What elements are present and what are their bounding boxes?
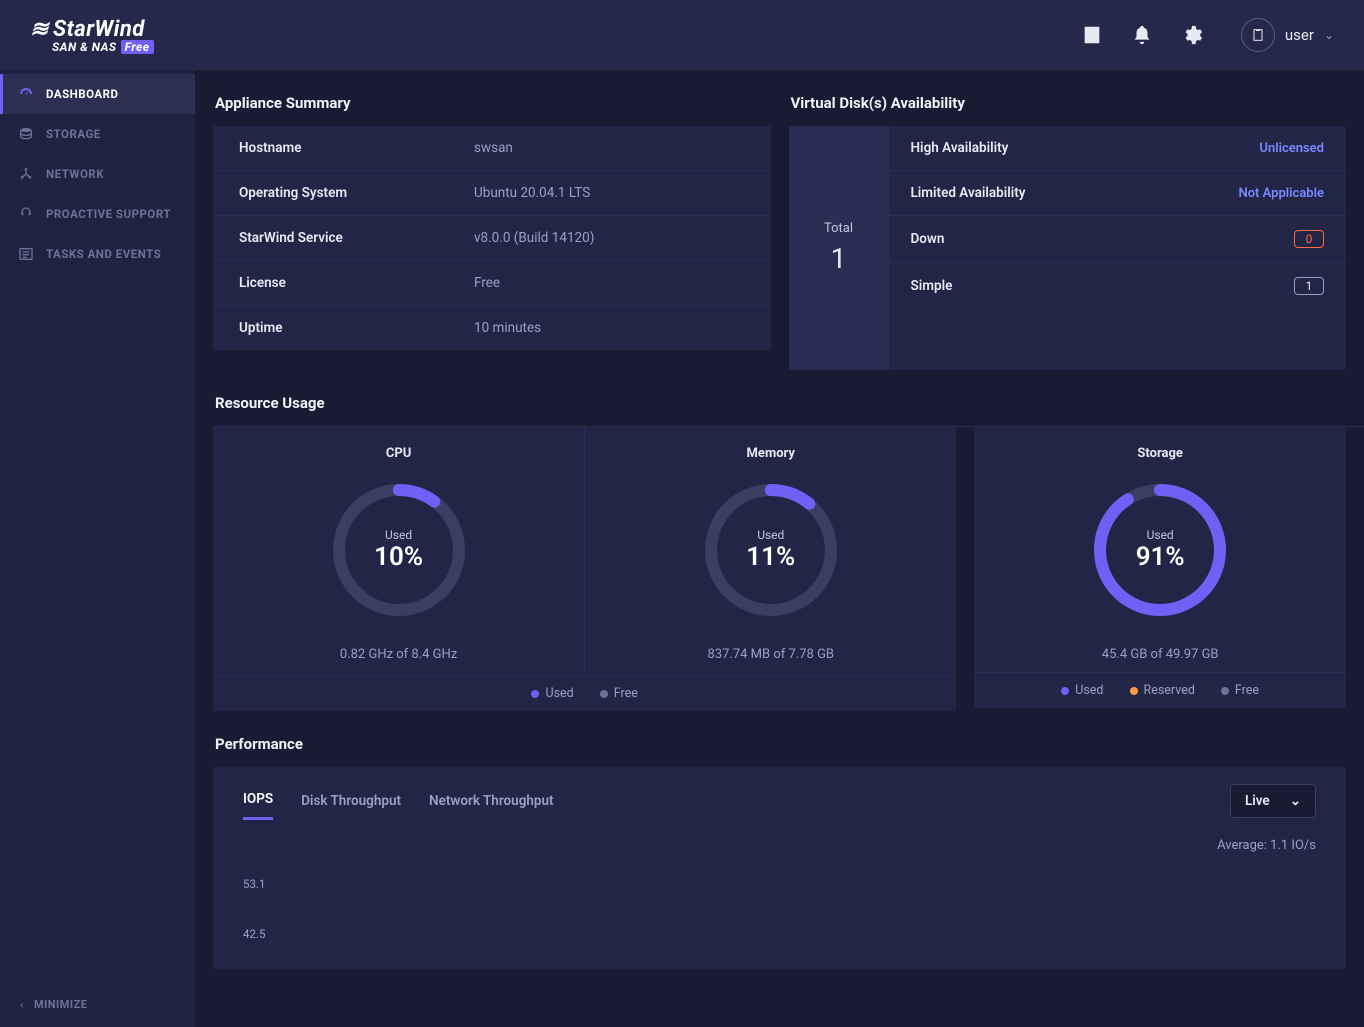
disks-icon — [18, 126, 34, 142]
resource-card-cpu: CPU Used10% 0.82 GHz of 8.4 GHz — [213, 426, 585, 708]
vdisk-row: Simple1 — [889, 263, 1347, 309]
tasks-icon[interactable] — [1081, 24, 1103, 46]
chevron-down-icon: ⌄ — [1290, 793, 1301, 809]
chevron-down-icon: ⌄ — [1324, 28, 1334, 42]
top-header: ≋ StarWind SAN & NAS Free user ⌄ — [0, 0, 1364, 70]
gauge-icon — [18, 86, 34, 102]
y-tick: 42.5 — [243, 909, 1316, 959]
vdisk-simple-badge[interactable]: 1 — [1294, 277, 1324, 295]
brand-logo: ≋ StarWind SAN & NAS Free — [30, 17, 154, 54]
summary-row: LicenseFree — [213, 261, 771, 306]
resource-card-storage: Storage Used91% 45.4 GB of 49.97 GB Used… — [974, 426, 1346, 708]
sidebar-item-storage[interactable]: STORAGE — [0, 114, 195, 154]
vdisks-total: Total 1 — [789, 126, 889, 370]
tab-disk-throughput[interactable]: Disk Throughput — [301, 783, 401, 819]
performance-average: Average: 1.1 IO/s — [243, 838, 1316, 853]
brand-subtitle: SAN & NAS — [52, 40, 117, 54]
summary-row: Uptime10 minutes — [213, 306, 771, 350]
sidebar-item-tasks-events[interactable]: TASKS AND EVENTS — [0, 234, 195, 274]
network-icon — [18, 166, 34, 182]
sidebar-item-label: DASHBOARD — [46, 87, 119, 101]
tab-network-throughput[interactable]: Network Throughput — [429, 783, 554, 819]
brand-name: StarWind — [53, 17, 145, 42]
sidebar-item-proactive-support[interactable]: PROACTIVE SUPPORT — [0, 194, 195, 234]
summary-row: StarWind Servicev8.0.0 (Build 14120) — [213, 216, 771, 261]
minimize-label: MINIMIZE — [34, 998, 88, 1011]
avatar-icon — [1241, 18, 1275, 52]
storage-donut: Used91% — [1085, 475, 1235, 625]
main-content: Appliance Summary Hostnameswsan Operatin… — [195, 70, 1364, 1027]
brand-free-badge: Free — [121, 40, 154, 54]
cpu-donut: Used10% — [324, 475, 474, 625]
storage-legend: Used Reserved Free — [974, 672, 1346, 708]
performance-panel: IOPS Disk Throughput Network Throughput … — [213, 767, 1346, 969]
y-tick: 53.1 — [243, 859, 1316, 909]
minimize-button[interactable]: ‹ MINIMIZE — [0, 982, 195, 1027]
chevron-left-icon: ‹ — [20, 998, 24, 1011]
summary-row: Hostnameswsan — [213, 126, 771, 171]
sidebar-item-label: TASKS AND EVENTS — [46, 247, 161, 261]
performance-title: Performance — [215, 735, 1346, 753]
summary-row: Operating SystemUbuntu 20.04.1 LTS — [213, 171, 771, 216]
user-label: user — [1285, 26, 1314, 44]
user-menu[interactable]: user ⌄ — [1241, 18, 1334, 52]
vdisk-value-link[interactable]: Not Applicable — [1239, 186, 1325, 201]
appliance-summary-title: Appliance Summary — [215, 94, 771, 112]
support-icon — [18, 206, 34, 222]
sidebar-item-label: NETWORK — [46, 167, 104, 181]
tab-iops[interactable]: IOPS — [243, 781, 273, 820]
resource-card-memory: Memory Used11% 837.74 MB of 7.78 GB — [585, 426, 956, 708]
sidebar-item-dashboard[interactable]: DASHBOARD — [0, 74, 195, 114]
vdisk-row: Limited AvailabilityNot Applicable — [889, 171, 1347, 216]
sidebar: DASHBOARD STORAGE NETWORK PROACTIVE SUPP… — [0, 70, 195, 1027]
vdisk-row: Down0 — [889, 216, 1347, 263]
sidebar-item-label: STORAGE — [46, 127, 101, 141]
appliance-summary-panel: Hostnameswsan Operating SystemUbuntu 20.… — [213, 126, 771, 350]
vdisk-down-badge[interactable]: 0 — [1294, 230, 1324, 248]
vdisks-title: Virtual Disk(s) Availability — [791, 94, 1347, 112]
wave-icon: ≋ — [30, 17, 49, 42]
vdisks-panel: Total 1 High AvailabilityUnlicensed Limi… — [789, 126, 1347, 370]
memory-donut: Used11% — [696, 475, 846, 625]
resource-title: Resource Usage — [215, 394, 1346, 412]
vdisk-value-link[interactable]: Unlicensed — [1259, 141, 1324, 156]
bell-icon[interactable] — [1131, 24, 1153, 46]
sidebar-item-label: PROACTIVE SUPPORT — [46, 207, 171, 221]
list-icon — [18, 246, 34, 262]
gear-icon[interactable] — [1181, 24, 1203, 46]
timerange-select[interactable]: Live ⌄ — [1230, 784, 1316, 818]
vdisk-row: High AvailabilityUnlicensed — [889, 126, 1347, 171]
sidebar-item-network[interactable]: NETWORK — [0, 154, 195, 194]
